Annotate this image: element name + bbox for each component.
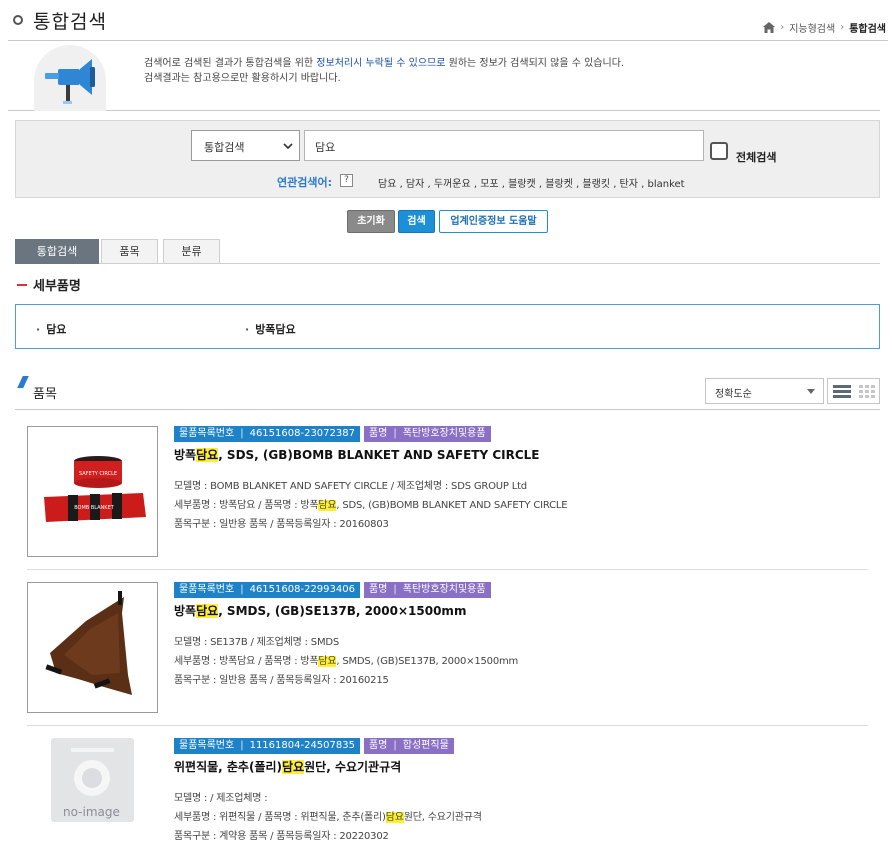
divider (15, 409, 880, 410)
detail-section-heading: 세부품명 (33, 279, 81, 294)
detail-name-box: 담요 방폭담요 (15, 304, 880, 349)
title-bullet-icon (13, 15, 23, 25)
product-image[interactable] (27, 582, 158, 713)
section-slash-icon (17, 376, 29, 388)
product-item: 물품목록번호 | 46151608-22993406 품명 | 폭탄방호장치및용품 방폭… (27, 582, 868, 726)
products-section-heading: 품목 (33, 387, 57, 402)
no-image-label: no-image (63, 805, 120, 819)
list-view-icon[interactable] (833, 385, 851, 401)
product-model: 모델명 : BOMB BLANKET AND SAFETY CIRCLE / 제… (174, 481, 527, 492)
no-image-placeholder[interactable]: no-image (27, 738, 158, 847)
page-title: 통합검색 (33, 11, 107, 33)
related-terms-list[interactable]: 담요 , 담자 , 두꺼운요 , 모포 , 블랑캣 , 블랑켓 , 블랭킷 , … (378, 175, 685, 190)
product-item: SAFETY CIRCLE BOMB BLANKET 물품목록번호 | 461516… (27, 426, 868, 570)
catalog-number-badge: 물품목록번호 | 11161804-24507835 (174, 738, 360, 754)
result-tabs: 통합검색 품목 분류 (15, 239, 880, 264)
detail-item[interactable]: 담요 (36, 321, 66, 337)
tab-categories[interactable]: 분류 (163, 239, 220, 264)
dropdown-arrow-icon (807, 389, 815, 394)
catalog-number-badge: 물품목록번호 | 46151608-23072387 (174, 426, 360, 442)
item-name-badge: 품명 | 합성편직물 (363, 738, 454, 754)
product-class: 품목구분 : 계약용 품목 / 품목등록일자 : 20220302 (174, 831, 389, 842)
chevron-right-icon: › (780, 22, 785, 33)
product-detail: 세부품명 : 방폭담요 / 품목명 : 방폭담요, SMDS, (GB)SE13… (174, 656, 519, 667)
notice-text: 검색어로 검색된 결과가 통합검색을 위한 정보처리시 누락될 수 있으므로 원… (144, 58, 625, 84)
tab-integrated[interactable]: 통합검색 (15, 239, 99, 264)
divider (27, 725, 868, 726)
search-panel: 통합검색 담요 전체검색 연관검색어: ? 담요 , 담자 , 두꺼운요 , 모… (15, 120, 880, 198)
certification-help-button[interactable]: 업계인증정보 도움말 (439, 210, 548, 233)
detail-item[interactable]: 방폭담요 (245, 321, 295, 337)
breadcrumb-item[interactable]: 지능형검색 (789, 20, 835, 35)
home-icon[interactable] (763, 22, 776, 33)
chevron-down-icon (283, 140, 293, 153)
svg-text:BOMB BLANKET: BOMB BLANKET (74, 505, 115, 511)
breadcrumb-current: 통합검색 (849, 24, 886, 35)
product-detail: 세부품명 : 방폭담요 / 품목명 : 방폭담요, SDS, (GB)BOMB … (174, 500, 568, 511)
reset-button[interactable]: 초기화 (347, 210, 395, 233)
tab-items[interactable]: 품목 (101, 239, 158, 264)
related-terms-label: 연관검색어: (277, 176, 332, 189)
product-model: 모델명 : SE137B / 제조업체명 : SMDS (174, 637, 340, 648)
full-search-label[interactable]: 전체검색 (736, 149, 776, 165)
chevron-right-icon: › (840, 22, 845, 33)
product-model: 모델명 : / 제조업체명 : (174, 793, 268, 804)
grid-view-icon[interactable] (859, 385, 876, 401)
breadcrumb: › 지능형검색 › 통합검색 (763, 20, 886, 35)
product-detail: 세부품명 : 위편직물 / 품목명 : 위편직물, 춘추(폴리)담요원단, 수요… (174, 812, 482, 823)
search-input[interactable]: 담요 (304, 130, 704, 161)
help-icon[interactable]: ? (340, 174, 353, 187)
sort-select[interactable]: 정확도순 (705, 378, 824, 404)
view-toggle (827, 378, 880, 404)
section-dash-icon (17, 284, 27, 286)
product-class: 품목구분 : 일반용 품목 / 품목등록일자 : 20160803 (174, 519, 389, 530)
item-name-badge: 품명 | 폭탄방호장치및용품 (363, 426, 491, 442)
megaphone-icon (34, 45, 106, 111)
full-search-checkbox[interactable] (710, 142, 728, 160)
product-image[interactable]: SAFETY CIRCLE BOMB BLANKET (27, 426, 158, 557)
search-button[interactable]: 검색 (398, 210, 435, 233)
item-name-badge: 품명 | 폭탄방호장치및용품 (363, 582, 491, 598)
product-title[interactable]: 위편직물, 춘추(폴리)담요원단, 수요기관규격 (174, 758, 401, 775)
search-scope-select[interactable]: 통합검색 (191, 130, 300, 161)
catalog-number-badge: 물품목록번호 | 46151608-22993406 (174, 582, 360, 598)
search-notice: 검색어로 검색된 결과가 통합검색을 위한 정보처리시 누락될 수 있으므로 원… (8, 41, 880, 111)
divider (27, 569, 868, 570)
svg-text:SAFETY CIRCLE: SAFETY CIRCLE (79, 471, 117, 477)
product-title[interactable]: 방폭담요, SMDS, (GB)SE137B, 2000×1500mm (174, 602, 466, 619)
title-bar: 통합검색 › 지능형검색 › 통합검색 (8, 0, 888, 41)
product-class: 품목구분 : 일반용 품목 / 품목등록일자 : 20160215 (174, 675, 389, 686)
product-item: no-image 물품목록번호 | 11161804-24507835 품명 | 합성편… (27, 738, 868, 847)
product-title[interactable]: 방폭담요, SDS, (GB)BOMB BLANKET AND SAFETY C… (174, 446, 539, 463)
